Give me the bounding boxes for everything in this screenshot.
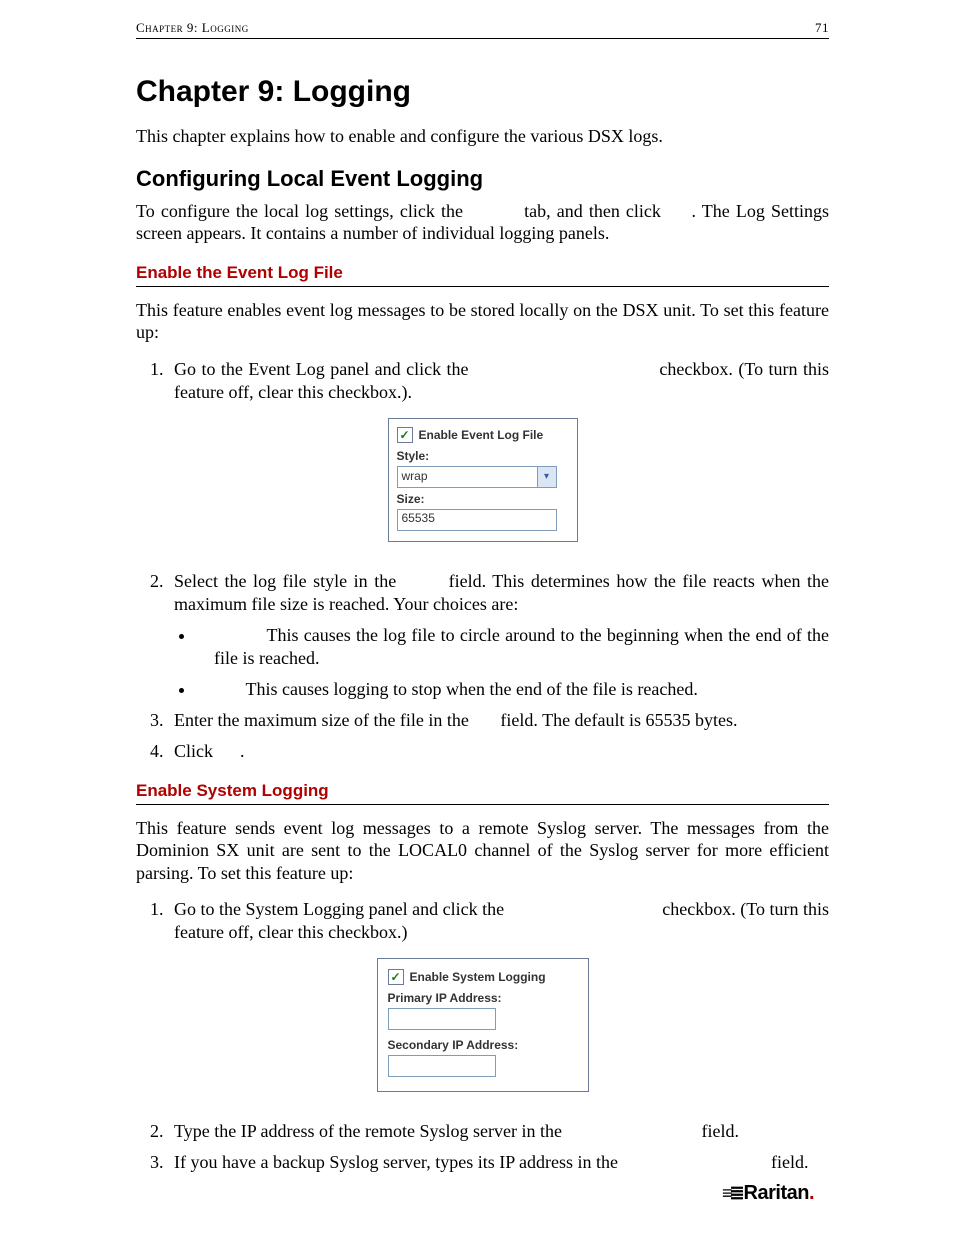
header-chapter: Chapter 9: Logging [136, 20, 249, 36]
brand-glyph-icon: ≡≣ [722, 1183, 742, 1203]
event-log-choice-wrap: This causes the log file to circle aroun… [196, 624, 829, 670]
primary-ip-label: Primary IP Address: [388, 991, 578, 1005]
event-log-panel-figure: ✓ Enable Event Log File Style: wrap ▾ Si… [136, 418, 829, 542]
primary-ip-input[interactable] [388, 1008, 496, 1030]
section-configuring-title: Configuring Local Event Logging [136, 166, 829, 192]
size-label: Size: [397, 492, 569, 506]
secondary-ip-input[interactable] [388, 1055, 496, 1077]
chevron-down-icon[interactable]: ▾ [537, 467, 556, 487]
enable-event-log-checkbox[interactable]: ✓ [397, 427, 413, 443]
size-input[interactable]: 65535 [397, 509, 557, 531]
brand-name: Raritan [744, 1182, 809, 1204]
event-log-step-3: Enter the maximum size of the file in th… [168, 709, 829, 732]
event-log-steps: Go to the Event Log panel and click the … [136, 358, 829, 404]
chapter-title: Chapter 9: Logging [136, 75, 829, 109]
style-label: Style: [397, 449, 569, 463]
subsection-event-log-title: Enable the Event Log File [136, 263, 829, 287]
style-select-value: wrap [398, 467, 537, 487]
page-header: Chapter 9: Logging 71 [136, 20, 829, 39]
event-log-style-choices: This causes the log file to circle aroun… [136, 624, 829, 701]
event-log-steps-cont2: Enter the maximum size of the file in th… [136, 709, 829, 763]
event-log-step-2: Select the log file style in the field. … [168, 570, 829, 616]
event-log-choice-flat: This causes logging to stop when the end… [196, 678, 829, 701]
system-logging-steps-cont: Type the IP address of the remote Syslog… [136, 1120, 829, 1174]
section-configuring-para: To configure the local log settings, cli… [136, 200, 829, 245]
chapter-intro: This chapter explains how to enable and … [136, 125, 829, 148]
subsection-event-log-para: This feature enables event log messages … [136, 299, 829, 344]
header-page-number: 71 [815, 20, 829, 36]
system-logging-steps: Go to the System Logging panel and click… [136, 898, 829, 944]
event-log-panel: ✓ Enable Event Log File Style: wrap ▾ Si… [388, 418, 578, 542]
brand-dot: . [809, 1182, 814, 1204]
event-log-steps-cont: Select the log file style in the field. … [136, 570, 829, 616]
subsection-system-logging-title: Enable System Logging [136, 781, 829, 805]
enable-event-log-label: Enable Event Log File [419, 428, 544, 442]
system-logging-panel: ✓ Enable System Logging Primary IP Addre… [377, 958, 589, 1092]
system-logging-step-2: Type the IP address of the remote Syslog… [168, 1120, 829, 1143]
event-log-step-4: Click . [168, 740, 829, 763]
enable-system-logging-label: Enable System Logging [410, 970, 546, 984]
system-logging-step-1: Go to the System Logging panel and click… [168, 898, 829, 944]
system-logging-panel-figure: ✓ Enable System Logging Primary IP Addre… [136, 958, 829, 1092]
system-logging-step-3: If you have a backup Syslog server, type… [168, 1151, 829, 1174]
enable-system-logging-checkbox[interactable]: ✓ [388, 969, 404, 985]
brand-logo: ≡≣Raritan. [722, 1182, 814, 1205]
event-log-step-1: Go to the Event Log panel and click the … [168, 358, 829, 404]
style-select[interactable]: wrap ▾ [397, 466, 557, 488]
secondary-ip-label: Secondary IP Address: [388, 1038, 578, 1052]
subsection-system-logging-para: This feature sends event log messages to… [136, 817, 829, 885]
